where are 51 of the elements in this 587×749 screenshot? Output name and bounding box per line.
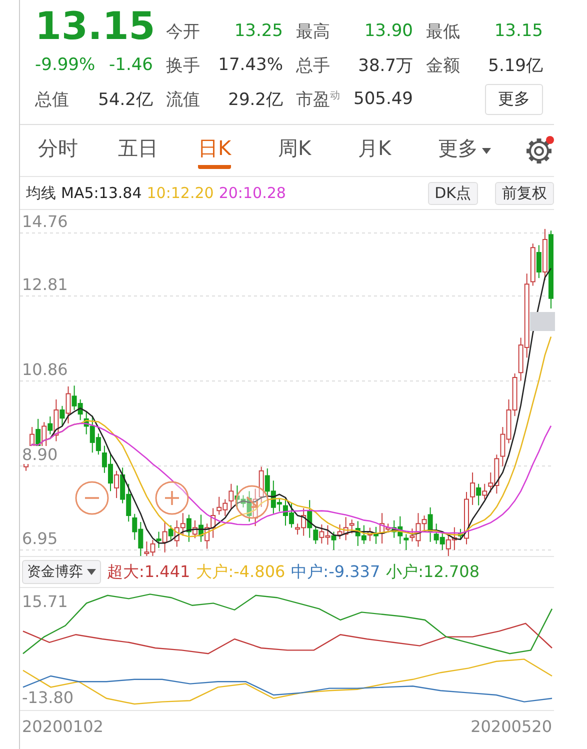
ma-label: 均线 [26, 184, 56, 202]
stat-label: 最高 [296, 20, 330, 42]
stat-value: 13.25 [234, 21, 283, 41]
stat-label: 换手 [166, 54, 200, 76]
arrow-circle-icon[interactable] [235, 485, 269, 519]
caret-icon [87, 568, 96, 576]
stat-value: 13.15 [494, 21, 543, 41]
stat-label: 总值 [35, 88, 69, 110]
ma-value: MA5:13.84 [61, 184, 142, 202]
stat-value: 17.43% [218, 55, 283, 75]
zoom-out-icon[interactable] [75, 481, 109, 515]
ma-value: 10:12.20 [146, 184, 214, 202]
change-amount: -1.46 [109, 55, 153, 75]
flow-axis-label: -13.80 [22, 688, 74, 707]
period-tab[interactable]: 周K [278, 128, 358, 172]
period-tab[interactable]: 日K [198, 128, 278, 172]
caret-icon [482, 148, 491, 155]
period-tab[interactable]: 分时 [38, 128, 118, 172]
stat-value: 13.90 [364, 21, 413, 41]
stat-label: 市盈$^{动}$ [296, 88, 340, 110]
stat-label: 今开 [166, 20, 200, 42]
indicator-dropdown[interactable]: 资金博弈 [22, 560, 101, 584]
date-label: 20200102 [22, 716, 104, 736]
more-button[interactable]: 更多 [485, 84, 543, 114]
stat-value: 29.2亿 [228, 88, 283, 110]
chart-option-button[interactable]: DK点 [428, 182, 478, 204]
date-label: 20200520 [470, 716, 552, 736]
period-tab[interactable]: 更多 [438, 128, 518, 172]
stat-value: 38.7万 [358, 54, 413, 76]
stat-value: 505.49 [354, 89, 413, 109]
stat-label: 最低 [426, 20, 460, 42]
ma-value: 20:10.28 [218, 184, 286, 202]
indicator-value: 超大:1.441 [107, 562, 190, 582]
chart-option-button[interactable]: 前复权 [495, 182, 554, 204]
stat-label: 金额 [426, 54, 460, 76]
flow-axis-label: 15.71 [22, 592, 68, 611]
stat-value: 5.19亿 [488, 54, 543, 76]
zoom-in-icon[interactable] [155, 481, 189, 515]
price-marker [530, 312, 555, 331]
price-axis-label: 8.90 [22, 446, 58, 464]
indicator-value: 中户:-9.337 [291, 562, 380, 582]
stat-label: 总手 [296, 54, 330, 76]
indicator-value: 大户:-4.806 [196, 562, 286, 582]
settings-icon[interactable] [524, 136, 554, 166]
stock-price: 13.15 [35, 4, 153, 48]
period-tab[interactable]: 月K [358, 128, 438, 172]
stat-value: 54.2亿 [98, 88, 153, 110]
change-percent: -9.99% [35, 55, 96, 75]
period-tab[interactable]: 五日 [118, 128, 198, 172]
stat-label: 流值 [166, 88, 200, 110]
indicator-value: 小户:12.708 [386, 562, 480, 582]
